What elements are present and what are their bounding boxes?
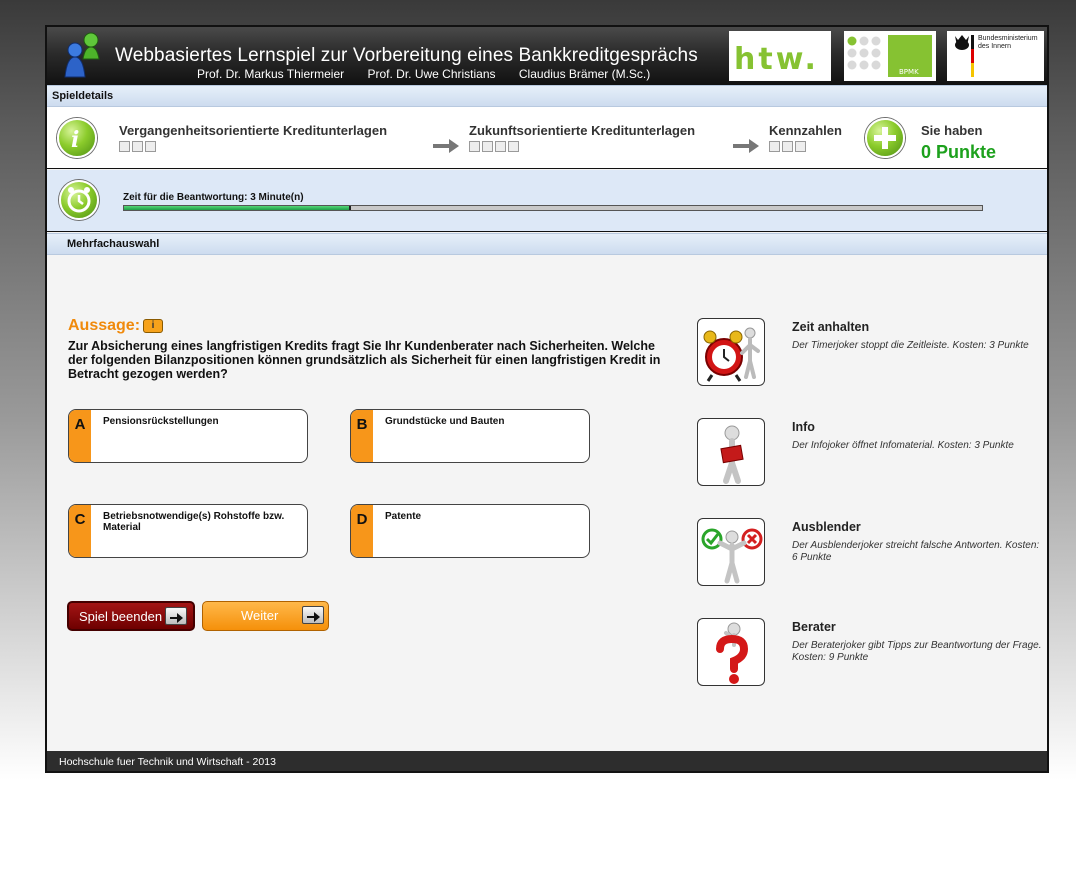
timer-progress-bar: [123, 205, 983, 211]
arrow-right-icon: [302, 606, 324, 624]
arrow-right-icon: [165, 607, 187, 625]
progress-box: [508, 141, 519, 152]
step-progress-boxes: [769, 141, 806, 152]
author-name: Claudius Brämer (M.Sc.): [518, 67, 651, 81]
answer-option-d[interactable]: D Patente: [350, 504, 590, 558]
step-progress-boxes: [119, 141, 156, 152]
answer-option-a[interactable]: A Pensionsrückstellungen: [68, 409, 308, 463]
info-badge-icon[interactable]: i: [143, 319, 164, 333]
progress-box: [769, 141, 780, 152]
answer-text: Patente: [385, 511, 422, 522]
info-circle-icon: i: [57, 118, 97, 158]
author-name: Prof. Dr. Markus Thiermeier: [197, 67, 345, 81]
step-title: Vergangenheitsorientierte Kreditunterlag…: [119, 123, 388, 138]
app-title: Webbasiertes Lernspiel zur Vorbereitung …: [115, 45, 698, 66]
joker-description: Der Infojoker öffnet Infomaterial. Koste…: [792, 440, 1014, 451]
end-game-label: Spiel beenden: [79, 609, 163, 624]
joker-description: Der Beraterjoker gibt Tipps zur Beantwor…: [792, 640, 1042, 663]
question-text: Zur Absicherung eines langfristigen Kred…: [68, 339, 661, 381]
bmi-logo-text: Bundesministerium des Innern: [978, 35, 1038, 50]
alarm-clock-icon[interactable]: [697, 318, 765, 386]
footer: Hochschule fuer Technik und Wirtschaft -…: [47, 751, 1047, 771]
answer-text: Grundstücke und Bauten: [385, 416, 505, 427]
joker-title: Info: [792, 420, 815, 434]
game-progress-row: i Vergangenheitsorientierte Kreditunterl…: [47, 107, 1047, 169]
authors: Prof. Dr. Markus Thiermeier Prof. Dr. Uw…: [197, 67, 670, 81]
joker-title: Berater: [792, 620, 836, 634]
section-bar-mehrfachauswahl: Mehrfachauswahl: [47, 233, 1047, 255]
svg-text:i: i: [71, 127, 79, 153]
answer-letter: C: [69, 505, 91, 557]
joker-title: Zeit anhalten: [792, 320, 870, 334]
answer-letter: B: [351, 410, 373, 462]
reading-figure-icon[interactable]: [697, 418, 765, 486]
joker-description: Der Timerjoker stoppt die Zeitleiste. Ko…: [792, 340, 1029, 351]
progress-box: [132, 141, 143, 152]
bmi-logo: Bundesministerium des Innern: [947, 31, 1044, 81]
clock-circle-icon: [59, 180, 99, 220]
next-label: Weiter: [241, 608, 279, 623]
step-title: Kennzahlen: [769, 123, 842, 138]
htw-logo-text: htw.: [734, 42, 819, 77]
bpmk-logo-text: BPMK: [899, 68, 919, 76]
question-figure-icon[interactable]: [697, 618, 765, 686]
aussage-heading: Aussage: i: [68, 317, 164, 335]
progress-box: [782, 141, 793, 152]
progress-box: [795, 141, 806, 152]
check-cross-figure-icon[interactable]: [697, 518, 765, 586]
timer-progress-fill: [124, 206, 352, 210]
points-label: Sie haben: [921, 123, 983, 138]
answer-text: Pensionsrückstellungen: [103, 416, 219, 427]
end-game-button[interactable]: Spiel beenden: [67, 601, 195, 631]
progress-box: [495, 141, 506, 152]
step-title: Zukunftsorientierte Kreditunterlagen: [469, 123, 696, 138]
step-progress-boxes: [469, 141, 519, 152]
game-pieces-logo-icon: [64, 32, 100, 78]
progress-box: [469, 141, 480, 152]
arrow-right-icon: [733, 139, 759, 153]
progress-box: [482, 141, 493, 152]
answer-letter: D: [351, 505, 373, 557]
answer-option-c[interactable]: C Betriebsnotwendige(s) Rohstoffe bzw. M…: [68, 504, 308, 558]
joker-title: Ausblender: [792, 520, 861, 534]
next-button[interactable]: Weiter: [202, 601, 329, 631]
section-bar-spieldetails: Spieldetails: [47, 85, 1047, 107]
game-window: Webbasiertes Lernspiel zur Vorbereitung …: [45, 25, 1049, 773]
progress-box: [145, 141, 156, 152]
answer-option-b[interactable]: B Grundstücke und Bauten: [350, 409, 590, 463]
plus-circle-icon: [865, 118, 905, 158]
answer-letter: A: [69, 410, 91, 462]
progress-box: [119, 141, 130, 152]
app-header: Webbasiertes Lernspiel zur Vorbereitung …: [47, 27, 1047, 85]
htw-logo: htw.: [729, 31, 831, 81]
timer-label: Zeit für die Beantwortung: 3 Minute(n): [123, 192, 304, 203]
answer-text: Betriebsnotwendige(s) Rohstoffe bzw. Mat…: [103, 511, 285, 533]
joker-description: Der Ausblenderjoker streicht falsche Ant…: [792, 540, 1040, 563]
bpmk-logo: BPMK: [844, 31, 936, 81]
aussage-label: Aussage:: [68, 317, 141, 334]
timer-row: Zeit für die Beantwortung: 3 Minute(n): [47, 170, 1047, 232]
points-value: 0 Punkte: [921, 142, 997, 162]
author-name: Prof. Dr. Uwe Christians: [367, 67, 496, 81]
arrow-right-icon: [433, 139, 459, 153]
